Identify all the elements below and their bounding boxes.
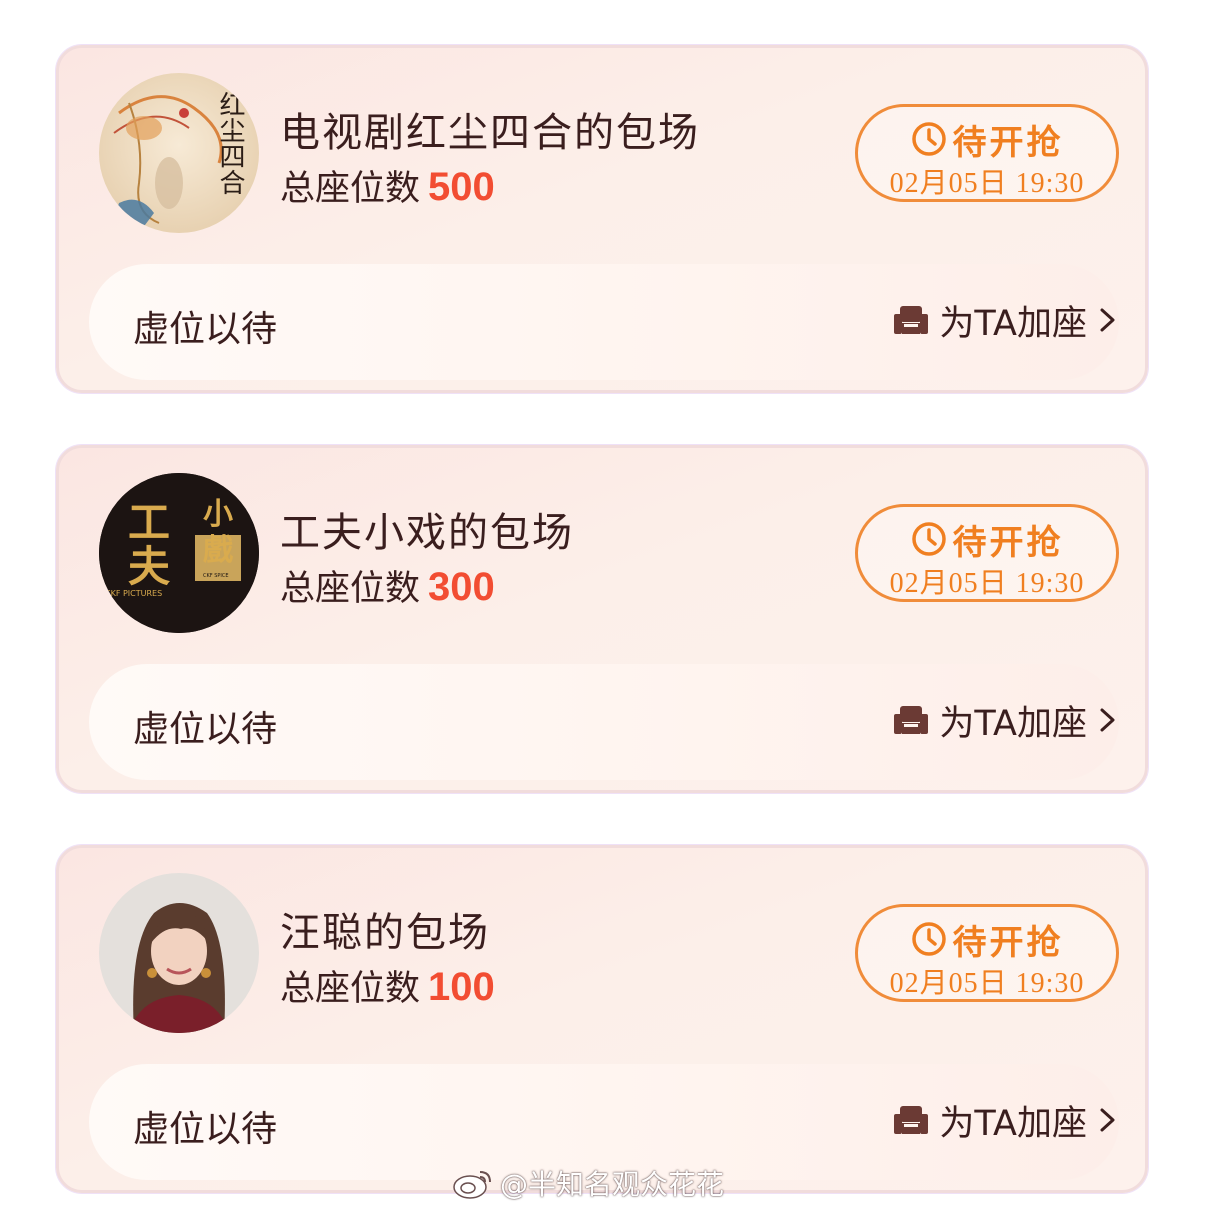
add-seat-label: 为TA加座: [939, 1103, 1087, 1144]
watermark-text: @半知名观众花花: [500, 1168, 725, 1201]
grab-time: 02月05日 19:30: [889, 568, 1085, 599]
seat-count: 总座位数 100: [280, 960, 495, 1011]
grab-time: 02月05日 19:30: [889, 168, 1085, 199]
seat-count-label: 总座位数: [280, 169, 421, 209]
chevron-right-icon: [1100, 308, 1115, 332]
grab-label: 待开抢: [952, 122, 1064, 163]
watermark: @半知名观众花花: [452, 1163, 724, 1203]
grab-label: 待开抢: [952, 922, 1064, 963]
waiting-text: 虚位以待: [133, 709, 278, 750]
seat-count-label: 总座位数: [280, 969, 421, 1009]
chevron-right-icon: [1100, 1108, 1115, 1132]
sofa-icon: [894, 306, 929, 334]
add-seat-label: 为TA加座: [939, 303, 1087, 344]
seat-bar: 虚位以待 为TA加座: [89, 264, 1119, 380]
add-seat-label: 为TA加座: [939, 703, 1087, 744]
avatar-logo-side: 小戲: [203, 497, 233, 568]
avatar: 红尘四合: [99, 73, 259, 233]
seat-bar: 虚位以待 为TA加座: [89, 664, 1119, 780]
waiting-text: 虚位以待: [133, 1109, 278, 1150]
grab-time: 02月05日 19:30: [889, 968, 1085, 999]
clock-icon: [911, 922, 946, 956]
grab-label: 待开抢: [952, 522, 1064, 563]
avatar: [99, 873, 259, 1033]
avatar-logo-caption: CKF PICTURES: [105, 589, 163, 598]
seat-count-label: 总座位数: [280, 569, 421, 609]
seat-count: 总座位数 300: [280, 560, 495, 611]
seat-count-value: 100: [428, 965, 495, 1009]
avatar: 工夫 小戲 CKF PICTURES CKF SPICE: [99, 473, 259, 633]
add-seat-button[interactable]: 为TA加座: [893, 296, 1119, 344]
session-title: 汪聪的包场: [280, 910, 490, 956]
seat-count: 总座位数 500: [280, 160, 495, 211]
grab-button[interactable]: 待开抢 02月05日 19:30: [855, 904, 1119, 1002]
session-title: 工夫小戏的包场: [280, 510, 574, 556]
avatar-logo-main: 工夫: [127, 498, 170, 591]
session-title: 电视剧红尘四合的包场: [280, 110, 700, 156]
grab-button[interactable]: 待开抢 02月05日 19:30: [855, 504, 1119, 602]
waiting-text: 虚位以待: [133, 309, 278, 350]
add-seat-button[interactable]: 为TA加座: [893, 1096, 1119, 1144]
session-card-3[interactable]: 汪聪的包场 总座位数 100 待开抢 02月05日 19:30 虚位以待 为TA加…: [56, 845, 1148, 1193]
session-card-2[interactable]: 工夫 小戲 CKF PICTURES CKF SPICE 工夫小戏的包场 总座位…: [56, 445, 1148, 793]
sofa-icon: [894, 1106, 929, 1134]
grab-button[interactable]: 待开抢 02月05日 19:30: [855, 104, 1119, 202]
session-card-1[interactable]: 红尘四合 电视剧红尘四合的包场 总座位数 500 待开抢 02月05日 19:30…: [56, 45, 1148, 393]
seat-count-value: 500: [428, 165, 495, 209]
sofa-icon: [894, 706, 929, 734]
clock-icon: [911, 122, 946, 156]
weibo-icon: [453, 1171, 491, 1199]
chevron-right-icon: [1100, 708, 1115, 732]
avatar-title: 红尘四合: [215, 91, 245, 195]
seat-count-value: 300: [428, 565, 495, 609]
avatar-logo-caption-2: CKF SPICE: [203, 573, 229, 579]
add-seat-button[interactable]: 为TA加座: [893, 696, 1119, 744]
clock-icon: [911, 522, 946, 556]
